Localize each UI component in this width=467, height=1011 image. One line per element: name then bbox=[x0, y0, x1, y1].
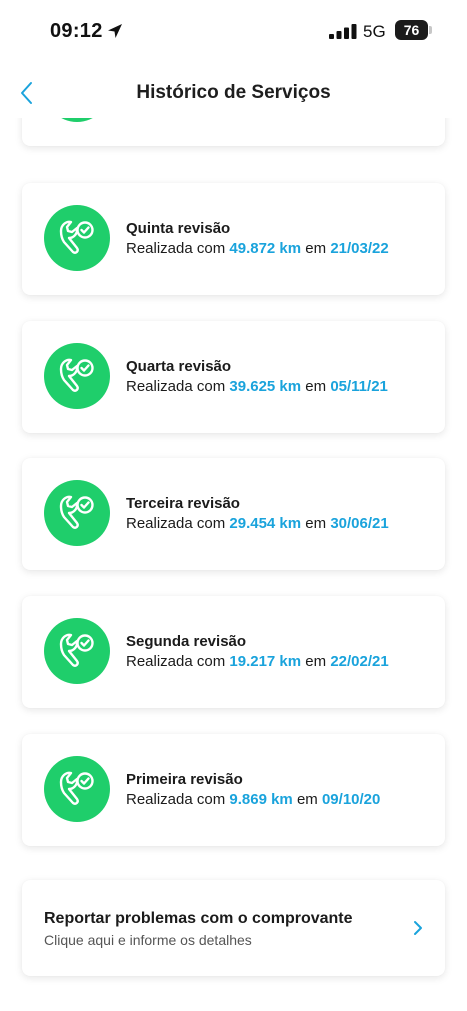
service-card[interactable]: Segunda revisão Realizada com 19.217 km … bbox=[22, 596, 445, 708]
battery-icon: 76 bbox=[395, 20, 428, 40]
status-time: 09:12 bbox=[50, 20, 103, 42]
service-desc-prefix: Realizada com bbox=[126, 240, 230, 257]
service-title: Segunda revisão bbox=[126, 633, 247, 650]
service-card[interactable]: Quinta revisão Realizada com 49.872 km e… bbox=[22, 183, 445, 295]
service-description: Realizada com 9.869 km em 09/10/20 bbox=[126, 791, 380, 808]
nav-bar: Histórico de Serviços bbox=[0, 64, 467, 120]
service-km: 9.869 km bbox=[229, 791, 293, 808]
service-date: 05/11/21 bbox=[330, 378, 388, 395]
service-desc-connector: em bbox=[301, 378, 331, 395]
wrench-check-icon bbox=[44, 480, 110, 546]
service-desc-prefix: Realizada com bbox=[126, 515, 230, 532]
wrench-check-icon bbox=[44, 343, 110, 409]
network-type: 5G bbox=[363, 22, 386, 41]
wrench-check-icon bbox=[44, 205, 110, 271]
service-date: 09/10/20 bbox=[321, 791, 381, 808]
service-description: Realizada com 29.454 km em 30/06/21 bbox=[126, 515, 389, 532]
service-date: 21/03/22 bbox=[330, 240, 389, 257]
service-card[interactable] bbox=[22, 118, 445, 146]
service-description: Realizada com 39.625 km em 05/11/21 bbox=[126, 378, 388, 395]
service-desc-connector: em bbox=[301, 515, 331, 532]
wrench-check-icon bbox=[44, 618, 110, 684]
wrench-check-icon bbox=[44, 756, 110, 822]
status-bar: 09:12 5G 76 bbox=[0, 0, 467, 64]
location-arrow-icon bbox=[108, 24, 122, 38]
battery-cap bbox=[429, 26, 432, 34]
service-date: 22/02/21 bbox=[330, 653, 389, 670]
service-desc-prefix: Realizada com bbox=[126, 791, 230, 808]
page-title: Histórico de Serviços bbox=[136, 82, 331, 103]
service-title: Primeira revisão bbox=[126, 771, 243, 788]
service-km: 49.872 km bbox=[229, 240, 302, 257]
service-date: 30/06/21 bbox=[330, 515, 389, 532]
service-desc-connector: em bbox=[301, 653, 331, 670]
service-description: Realizada com 49.872 km em 21/03/22 bbox=[126, 240, 389, 257]
service-km: 29.454 km bbox=[229, 515, 302, 532]
service-card[interactable]: Primeira revisão Realizada com 9.869 km … bbox=[22, 734, 445, 846]
chevron-right-icon bbox=[414, 921, 422, 935]
wrench-check-icon bbox=[44, 118, 110, 122]
battery-level: 76 bbox=[403, 22, 420, 38]
report-subtitle: Clique aqui e informe os detalhes bbox=[44, 932, 252, 948]
signal-bars-icon bbox=[329, 24, 357, 39]
service-km: 39.625 km bbox=[229, 378, 302, 395]
service-card[interactable]: Quarta revisão Realizada com 39.625 km e… bbox=[22, 321, 445, 433]
service-card[interactable]: Terceira revisão Realizada com 29.454 km… bbox=[22, 458, 445, 570]
service-desc-connector: em bbox=[292, 791, 322, 808]
service-desc-connector: em bbox=[301, 240, 331, 257]
service-history-list[interactable]: Quinta revisão Realizada com 49.872 km e… bbox=[0, 118, 467, 1011]
service-title: Terceira revisão bbox=[126, 495, 240, 512]
service-description: Realizada com 19.217 km em 22/02/21 bbox=[126, 653, 389, 670]
report-problem-button[interactable]: Reportar problemas com o comprovante Cli… bbox=[22, 880, 445, 976]
service-desc-prefix: Realizada com bbox=[126, 653, 230, 670]
service-desc-prefix: Realizada com bbox=[126, 378, 230, 395]
report-title: Reportar problemas com o comprovante bbox=[44, 910, 353, 927]
service-km: 19.217 km bbox=[229, 653, 302, 670]
service-title: Quinta revisão bbox=[126, 220, 231, 237]
service-title: Quarta revisão bbox=[126, 358, 232, 375]
